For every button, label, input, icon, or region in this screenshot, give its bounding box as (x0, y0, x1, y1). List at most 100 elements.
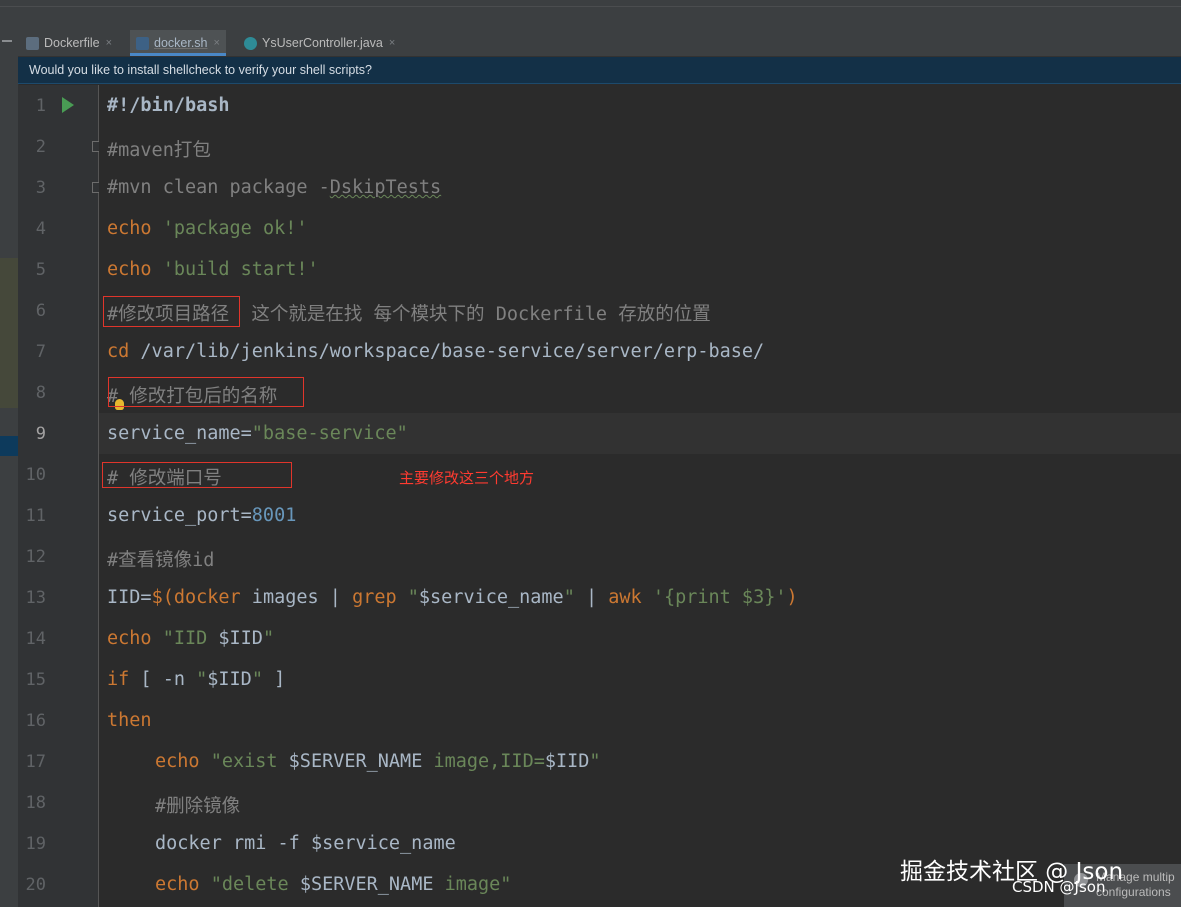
line-number: 4 (35, 219, 46, 239)
shellcheck-notification-banner[interactable]: Would you like to install shellcheck to … (18, 57, 1181, 84)
close-icon[interactable]: × (106, 37, 112, 49)
line-number: 11 (25, 506, 46, 526)
code-line-7[interactable]: cd /var/lib/jenkins/workspace/base-servi… (107, 341, 764, 362)
active-tab-indicator (130, 53, 226, 56)
highlight-box-project-path (103, 296, 240, 327)
line-number: 5 (35, 260, 46, 280)
code-token: " (196, 669, 208, 690)
code-token: docker (173, 587, 241, 608)
top-divider (0, 6, 1181, 7)
code-token: image,IID= (422, 751, 545, 772)
code-token: " (589, 751, 601, 772)
code-line-5[interactable]: echo 'build start!' (107, 259, 319, 280)
close-icon[interactable]: × (214, 37, 220, 49)
line-number: 14 (25, 629, 46, 649)
line-number: 18 (25, 793, 46, 813)
scroll-marker (0, 258, 18, 408)
code-token: 8001 (251, 505, 297, 526)
line-number: 3 (35, 178, 46, 198)
run-icon[interactable] (62, 97, 74, 113)
editor-tab-bar: Dockerfile × docker.sh × YsUserControlle… (18, 30, 1181, 57)
code-line-16[interactable]: then (107, 710, 152, 731)
code-token: echo (107, 628, 152, 649)
code-token: " (262, 628, 275, 649)
code-token: docker rmi -f (155, 833, 311, 854)
code-line-19[interactable]: docker rmi -f $service_name (155, 833, 456, 854)
code-token: ) (786, 587, 798, 608)
code-token: "delete (199, 874, 300, 895)
code-token: service_port= (107, 505, 252, 526)
tab-ysusercontroller[interactable]: YsUserController.java × (244, 30, 395, 56)
line-number: 17 (25, 752, 46, 772)
close-icon[interactable]: × (389, 37, 395, 49)
code-line-3[interactable]: #mvn clean package -DskipTests (107, 177, 441, 198)
code-token: "base-service" (251, 423, 408, 444)
code-token: $service_name (310, 833, 456, 854)
code-line-12[interactable]: #查看镜像id (107, 546, 214, 572)
code-token: $SERVER_NAME (288, 751, 423, 772)
code-token: [ -n (129, 669, 197, 690)
code-line-11[interactable]: service_port=8001 (107, 505, 296, 526)
highlight-box-port (102, 462, 292, 488)
tab-label: docker.sh (154, 36, 208, 50)
code-line-1[interactable]: #!/bin/bash (107, 95, 230, 116)
left-tool-strip (0, 30, 19, 907)
code-token: echo (155, 874, 200, 895)
line-number: 20 (25, 875, 46, 895)
tab-docker-sh[interactable]: docker.sh × (130, 30, 226, 56)
code-token: ] (262, 669, 286, 690)
tab-label: YsUserController.java (262, 36, 383, 50)
line-number: 13 (25, 588, 46, 608)
docker-file-icon (26, 36, 39, 50)
tool-strip-marker (2, 40, 12, 42)
code-token: " (251, 669, 263, 690)
code-token: cd (107, 341, 130, 362)
line-number: 7 (35, 342, 46, 362)
line-number: 19 (25, 834, 46, 854)
code-token: $IID (207, 669, 252, 690)
line-number: 10 (25, 465, 46, 485)
selection-marker (0, 436, 18, 456)
code-token: echo (107, 218, 152, 239)
code-token: #mvn clean package - (107, 177, 330, 198)
shell-script-icon (136, 36, 149, 50)
code-token: 'package ok!' (162, 218, 308, 239)
code-token: " (396, 587, 419, 608)
code-token: $IID (218, 628, 263, 649)
code-token: if (107, 669, 130, 690)
code-token: echo (155, 751, 200, 772)
tab-label: Dockerfile (44, 36, 100, 50)
code-line-13[interactable]: IID=$(docker images | grep "$service_nam… (107, 587, 798, 608)
window-top-strip (0, 0, 1181, 31)
tab-dockerfile[interactable]: Dockerfile × (26, 30, 112, 56)
popup-line: configurations (1096, 885, 1171, 899)
line-number: 2 (35, 137, 46, 157)
code-token: IID= (107, 587, 152, 608)
line-number: 9 (35, 424, 46, 444)
code-token: | (574, 587, 609, 608)
code-line-17[interactable]: echo "exist $SERVER_NAME image,IID=$IID" (155, 751, 601, 772)
code-token: grep (352, 587, 397, 608)
line-number: 1 (35, 96, 46, 116)
code-token: '{print $3}' (641, 587, 787, 608)
highlight-box-package-name (108, 377, 304, 407)
code-line-20[interactable]: echo "delete $SERVER_NAME image" (155, 874, 511, 895)
code-line-4[interactable]: echo 'package ok!' (107, 218, 308, 239)
code-line-14[interactable]: echo "IID $IID" (107, 628, 274, 649)
code-token: echo (107, 259, 152, 280)
code-token: $IID (544, 751, 590, 772)
code-token: 'build start!' (162, 259, 319, 280)
watermark-csdn: CSDN @Json (1012, 878, 1106, 896)
code-line-9[interactable]: service_name="base-service" (107, 423, 408, 444)
line-number: 6 (35, 301, 46, 321)
annotation-text: 主要修改这三个地方 (399, 469, 535, 487)
code-token: $( (151, 587, 174, 608)
code-token: $service_name (418, 587, 564, 608)
code-line-2[interactable]: #maven打包 (107, 136, 211, 162)
line-number: 12 (25, 547, 46, 567)
code-token: " (563, 587, 575, 608)
line-number: 15 (25, 670, 46, 690)
code-line-18[interactable]: #删除镜像 (155, 792, 240, 818)
code-editor[interactable]: #!/bin/bash #maven打包 #mvn clean package … (99, 85, 1181, 907)
code-line-15[interactable]: if [ -n "$IID" ] (107, 669, 285, 690)
